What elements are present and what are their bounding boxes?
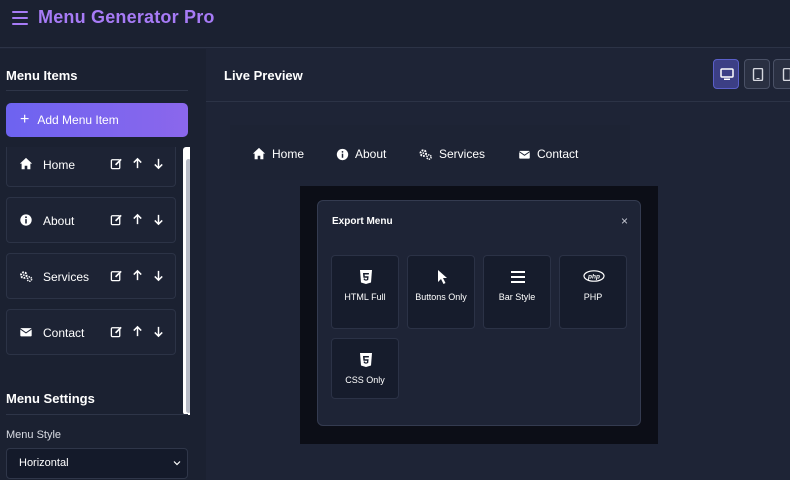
modal-overlay[interactable]: Export Menu × HTML Full Buttons Only Bar… [300, 186, 658, 444]
mobile-view-button[interactable] [773, 59, 790, 89]
export-option-php[interactable]: php PHP [559, 255, 627, 329]
app-title: Menu Generator Pro [38, 7, 215, 27]
export-option-label: HTML Full [344, 292, 386, 302]
menu-item-label: Home [43, 158, 76, 172]
live-preview-title: Live Preview [224, 68, 303, 83]
arrow-down-icon[interactable] [152, 157, 165, 170]
css3-icon [360, 353, 372, 367]
tablet-view-button[interactable] [744, 59, 770, 89]
close-icon[interactable]: × [621, 214, 628, 228]
sidebar: Menu Items + Add Menu Item Home About Se… [0, 49, 206, 480]
export-option-css-only[interactable]: CSS Only [331, 338, 399, 399]
export-option-buttons-only[interactable]: Buttons Only [407, 255, 475, 329]
menu-items-title: Menu Items [6, 68, 78, 83]
tablet-icon [752, 68, 764, 81]
preview-link-contact[interactable]: Contact [518, 147, 578, 161]
menu-item-home[interactable]: Home [6, 147, 176, 187]
export-option-label: CSS Only [345, 375, 385, 385]
preview-menu-bar: Home About Services Contact [230, 125, 630, 180]
cogs-icon [419, 149, 432, 160]
preview-link-label: About [355, 147, 387, 161]
menu-item-label: Services [43, 270, 90, 284]
menu-style-select[interactable]: Horizontal [6, 448, 188, 479]
php-icon: php [583, 270, 605, 282]
cogs-icon [20, 271, 33, 282]
desktop-icon [720, 68, 734, 80]
arrow-down-icon[interactable] [152, 325, 165, 338]
html5-icon [360, 270, 372, 284]
edit-icon[interactable] [110, 325, 123, 338]
arrow-down-icon[interactable] [152, 269, 165, 282]
divider [206, 101, 790, 102]
preview-link-services[interactable]: Services [418, 147, 485, 161]
menu-item-contact[interactable]: Contact [6, 309, 176, 355]
menu-item-list: Home About Services Contact [6, 147, 190, 417]
menu-item-label: Contact [43, 326, 85, 340]
plus-icon: + [20, 111, 30, 128]
home-icon [252, 147, 266, 160]
export-option-label: Buttons Only [415, 292, 467, 302]
export-option-html-full[interactable]: HTML Full [331, 255, 399, 329]
arrow-up-icon[interactable] [131, 325, 144, 338]
chevron-down-icon [173, 461, 181, 466]
envelope-icon [518, 150, 531, 159]
divider [6, 90, 188, 91]
menu-item-label: About [43, 214, 75, 228]
arrow-up-icon[interactable] [131, 157, 144, 170]
export-option-bar-style[interactable]: Bar Style [483, 255, 551, 329]
edit-icon[interactable] [110, 213, 123, 226]
edit-icon[interactable] [110, 269, 123, 282]
scrollbar-thumb[interactable] [186, 159, 190, 413]
arrow-up-icon[interactable] [131, 269, 144, 282]
export-option-label: PHP [583, 292, 603, 302]
desktop-view-button[interactable] [713, 59, 739, 89]
arrow-up-icon[interactable] [131, 213, 144, 226]
arrow-down-icon[interactable] [152, 213, 165, 226]
envelope-icon [20, 328, 32, 337]
preview-link-label: Home [272, 147, 305, 161]
info-icon [20, 214, 32, 226]
home-icon [19, 157, 33, 170]
preview-link-label: Contact [537, 147, 579, 161]
preview-link-about[interactable]: About [336, 147, 386, 161]
main-panel: Live Preview Home About Services Contact… [206, 49, 790, 480]
menu-style-value: Horizontal [19, 457, 69, 469]
info-icon [336, 148, 349, 160]
hamburger-menu-icon[interactable] [12, 11, 28, 25]
modal-title: Export Menu [332, 216, 393, 227]
export-menu-modal: Export Menu × HTML Full Buttons Only Bar… [317, 200, 641, 426]
menu-settings-title: Menu Settings [6, 391, 95, 406]
edit-icon[interactable] [110, 157, 123, 170]
preview-link-home[interactable]: Home [252, 147, 304, 161]
top-bar: Menu Generator Pro [0, 0, 790, 48]
divider [6, 414, 188, 415]
svg-text:php: php [587, 273, 600, 280]
add-menu-item-label: Add Menu Item [37, 113, 119, 127]
export-option-label: Bar Style [498, 292, 536, 302]
menu-style-label: Menu Style [6, 429, 62, 441]
mobile-icon [782, 68, 790, 81]
add-menu-item-button[interactable]: + Add Menu Item [6, 103, 188, 137]
bars-icon [511, 271, 525, 283]
menu-item-services[interactable]: Services [6, 253, 176, 299]
menu-item-about[interactable]: About [6, 197, 176, 243]
cursor-icon [438, 270, 447, 284]
preview-link-label: Services [439, 147, 486, 161]
